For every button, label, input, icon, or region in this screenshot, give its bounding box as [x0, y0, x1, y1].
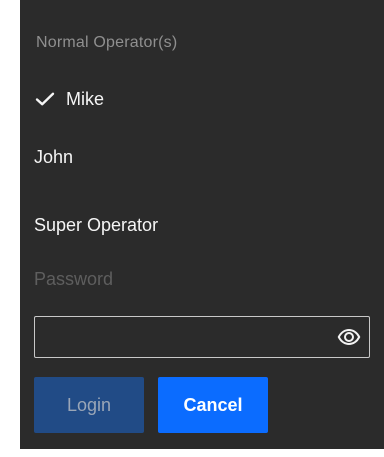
check-icon [34, 88, 56, 110]
operator-label-john: John [34, 146, 74, 167]
password-input[interactable] [35, 317, 325, 357]
operator-label-mike: Mike [66, 88, 105, 109]
password-field[interactable] [34, 316, 370, 358]
operator-item-mike[interactable]: Mike [34, 82, 364, 116]
operator-item-john[interactable]: John [34, 140, 364, 174]
normal-operators-heading: Normal Operator(s) [36, 34, 178, 51]
password-label: Password [34, 269, 114, 289]
cancel-button[interactable]: Cancel [158, 377, 268, 433]
super-operator-label: Super Operator [34, 214, 159, 235]
login-button[interactable]: Login [34, 377, 144, 433]
operator-login-panel: Normal Operator(s) Mike John Super Opera… [20, 0, 384, 449]
super-operator-item[interactable]: Super Operator [34, 208, 364, 242]
eye-icon[interactable] [337, 325, 361, 349]
